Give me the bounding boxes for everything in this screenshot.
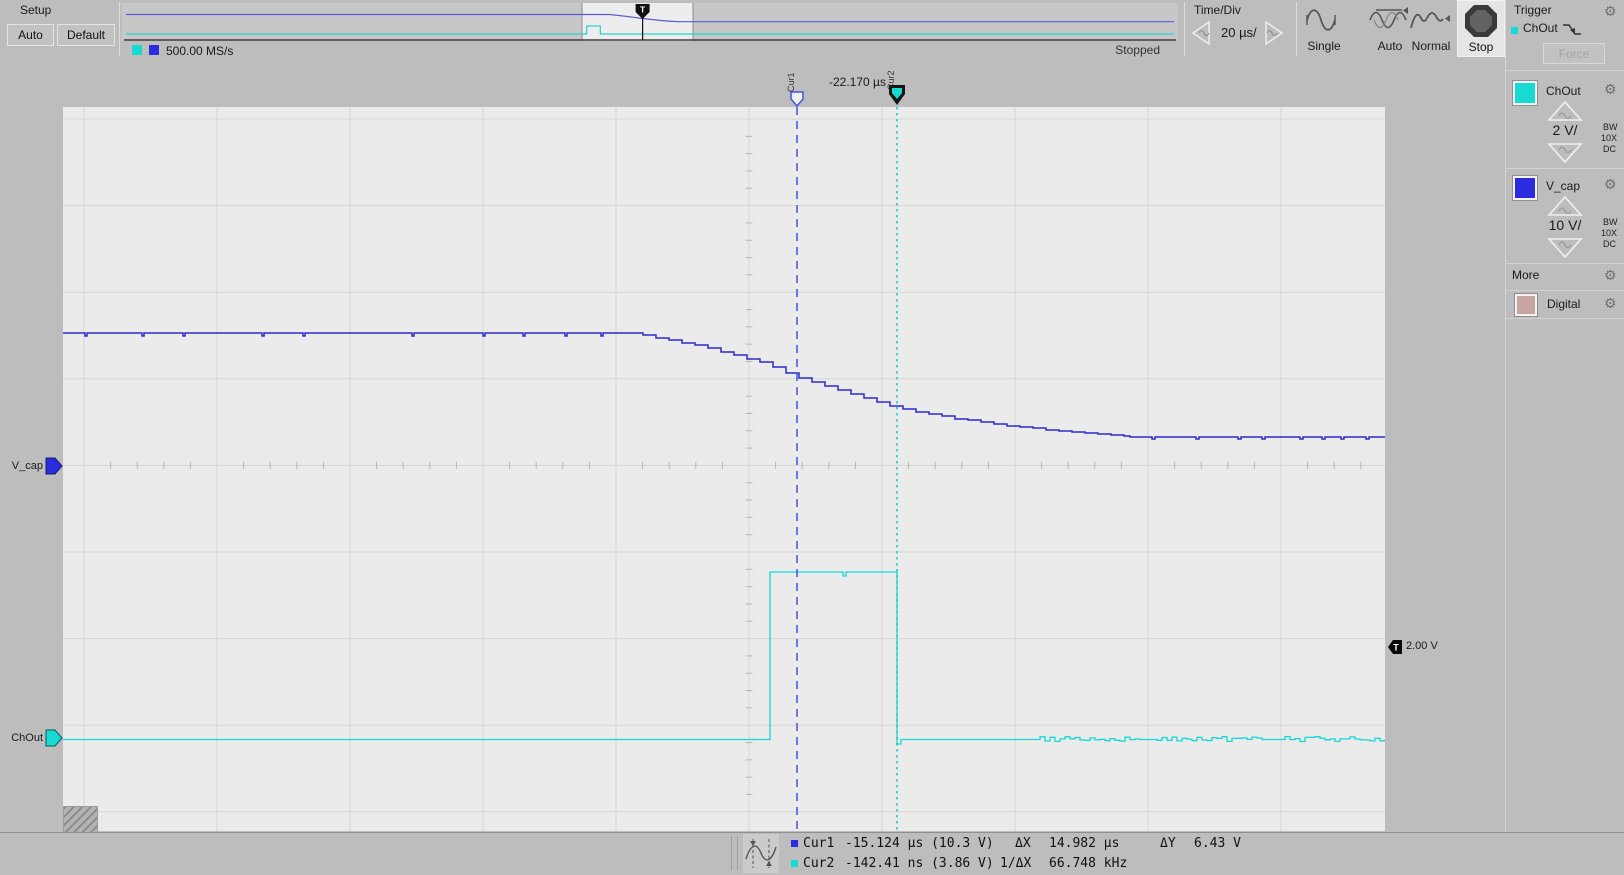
horizontal-offset-label: -22.170 µs (829, 75, 886, 89)
vcap-gear-icon[interactable]: ⚙ (1604, 176, 1617, 192)
setup-default-button[interactable]: Default (57, 24, 115, 46)
vcap-channel-label: V_cap (1546, 179, 1581, 193)
cursor-tool-icon (745, 839, 777, 868)
chout-scale-down-button[interactable] (1547, 142, 1583, 164)
timebase-decrease-button[interactable] (1189, 19, 1213, 47)
setup-separator (119, 2, 120, 56)
cursor2-value: -142.41 ns (3.86 V) (845, 856, 994, 871)
inverse-delta-x-label: 1/ΔX (1000, 856, 1032, 871)
acquisition-status: Stopped (1115, 43, 1160, 57)
vcap-coupling-label: DC (1603, 239, 1616, 249)
chout-coupling-label: DC (1603, 144, 1616, 154)
delta-y-label: ΔY (1160, 836, 1176, 851)
trigger-gear-icon[interactable]: ⚙ (1604, 3, 1617, 19)
vcap-zero-label: V_cap (11, 460, 43, 472)
timeline-strip: T 500.00 MS/s Stopped (122, 3, 1178, 58)
vcap-color-swatch (149, 45, 159, 55)
trigger-level-value: 2.00 V (1406, 640, 1438, 652)
inverse-delta-x-value: 66.748 kHz (1049, 856, 1128, 871)
chout-channel-label: ChOut (1546, 84, 1581, 98)
vcap-bw-label: BW (1603, 217, 1618, 227)
chout-scale-value[interactable]: 2 V/ (1545, 122, 1585, 138)
sample-rate-label: 500.00 MS/s (166, 44, 234, 58)
vcap-attenuation-label: 10X (1601, 228, 1618, 238)
svg-text:T: T (1393, 643, 1399, 653)
vcap-scale-down-button[interactable] (1547, 237, 1583, 259)
chout-scale-up-button[interactable] (1547, 100, 1583, 122)
more-gear-icon[interactable]: ⚙ (1604, 267, 1617, 283)
setup-title: Setup (20, 3, 52, 17)
cursor1-name: Cur1 (803, 836, 835, 851)
timebase-title: Time/Div (1194, 3, 1241, 17)
digital-label: Digital (1547, 297, 1581, 311)
chout-zero-label: ChOut (11, 732, 43, 744)
timebase-separator (1296, 2, 1297, 56)
vcap-scale-up-button[interactable] (1547, 195, 1583, 217)
delta-y-value: 6.43 V (1194, 836, 1241, 851)
timebase-value[interactable]: 20 µs/ (1221, 25, 1257, 40)
single-button[interactable]: Single (1300, 2, 1348, 56)
cursor2-name: Cur2 (803, 856, 835, 871)
stop-button[interactable]: Stop (1457, 0, 1505, 57)
delta-x-label: ΔX (1015, 836, 1031, 851)
bar-grip (731, 836, 732, 870)
trigger-position-marker[interactable] (887, 84, 907, 107)
chout-channel-checkbox[interactable] (1512, 80, 1538, 106)
timeline-overview[interactable]: T (122, 3, 1178, 41)
normal-icon (1410, 12, 1450, 29)
trigger-source-swatch (1511, 27, 1518, 34)
cursor-tool-button[interactable] (743, 834, 779, 873)
timebase-increase-button[interactable] (1262, 19, 1286, 47)
svg-text:T: T (640, 5, 646, 15)
trigger-force-button[interactable]: Force (1543, 43, 1605, 64)
trigger-level-marker[interactable]: T (1387, 639, 1404, 655)
more-row[interactable]: More (1512, 268, 1539, 282)
setup-auto-button[interactable]: Auto (7, 24, 54, 46)
timeline-separator (1184, 2, 1185, 56)
cursor1-handle[interactable] (789, 91, 805, 107)
oscilloscope-app: Setup Auto Default T 500.00 MS/s Stopped… (0, 0, 1624, 875)
chout-color-swatch (132, 45, 142, 55)
plot-area[interactable] (63, 107, 1385, 831)
sidebar-border (1505, 0, 1506, 875)
chout-bw-label: BW (1603, 122, 1618, 132)
digital-gear-icon[interactable]: ⚙ (1604, 295, 1617, 311)
bar-grip (737, 836, 738, 870)
chout-attenuation-label: 10X (1601, 133, 1618, 143)
cursor1-top-label: Cur1 (786, 72, 796, 92)
stop-icon (1465, 4, 1497, 37)
plot-background (63, 107, 1385, 831)
delta-x-value: 14.982 µs (1049, 836, 1120, 851)
trigger-source[interactable]: ChOut (1523, 21, 1558, 35)
normal-trigger-button[interactable]: Normal (1406, 2, 1456, 56)
vcap-scale-value[interactable]: 10 V/ (1543, 217, 1587, 233)
cursor2-swatch (791, 860, 798, 867)
chout-zero-marker[interactable] (45, 729, 64, 747)
cursor1-value: -15.124 µs (10.3 V) (845, 836, 994, 851)
digital-checkbox[interactable] (1514, 293, 1538, 317)
vcap-zero-marker[interactable] (45, 457, 64, 475)
single-icon (1306, 9, 1336, 31)
vcap-channel-checkbox[interactable] (1512, 175, 1538, 201)
trigger-title: Trigger (1514, 3, 1552, 17)
cursor1-swatch (791, 840, 798, 847)
chout-gear-icon[interactable]: ⚙ (1604, 81, 1617, 97)
falling-edge-icon (1563, 24, 1581, 35)
